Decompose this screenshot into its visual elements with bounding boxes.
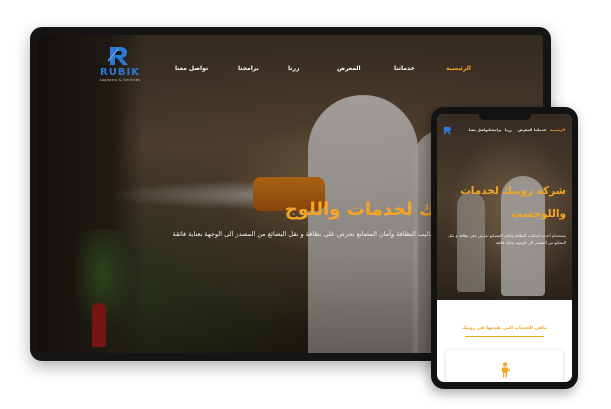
services-section-title: ماهي الخدمات التي نقدمها في روبيك (462, 326, 547, 331)
worker-icon (501, 362, 511, 378)
mobile-hero-title: شركة روبيك لخدمات واللوجست (460, 185, 566, 220)
service-card[interactable] (446, 350, 563, 382)
nav-item-gallery[interactable]: المعرض (337, 65, 361, 72)
mobile-nav: الرئيسية خدماتنا المعرض زرنا برامجنا توا… (437, 126, 572, 136)
desktop-nav: الرئيسية خدماتنا المعرض زرنا برامجنا توا… (38, 61, 543, 81)
mobile-hero-description: بستخدام أحدث أساليب النظافة وأمان المصان… (448, 233, 566, 245)
phone-mockup: الرئيسية خدماتنا المعرض زرنا برامجنا توا… (431, 107, 578, 389)
mobile-nav-home[interactable]: الرئيسية (550, 128, 565, 132)
nav-item-programs[interactable]: برامجنا (238, 65, 259, 72)
mobile-screen: الرئيسية خدماتنا المعرض زرنا برامجنا توا… (437, 114, 572, 382)
hero-description: حث أساليب النظافة وأمان المصانع نحرص على… (172, 230, 450, 238)
services-title-divider (465, 336, 544, 337)
mobile-nav-programs[interactable]: برامجنا (489, 128, 501, 132)
mobile-nav-visit[interactable]: زرنا (505, 128, 512, 132)
mobile-nav-contact[interactable]: تواصل معنا (469, 128, 489, 132)
mobile-hero: الرئيسية خدماتنا المعرض زرنا برامجنا توا… (437, 114, 572, 300)
nav-item-services[interactable]: خدماتنا (394, 65, 415, 72)
hero-title: بيك لخدمات واللوج (284, 199, 450, 220)
nav-item-visit[interactable]: زرنا (288, 65, 299, 72)
mobile-nav-gallery[interactable]: المعرض (518, 128, 532, 132)
mobile-nav-services[interactable]: خدماتنا (534, 128, 546, 132)
nav-item-contact[interactable]: تواصل معنا (175, 65, 208, 72)
nav-item-home[interactable]: الرئيسية (446, 65, 471, 72)
phone-notch (478, 113, 531, 120)
